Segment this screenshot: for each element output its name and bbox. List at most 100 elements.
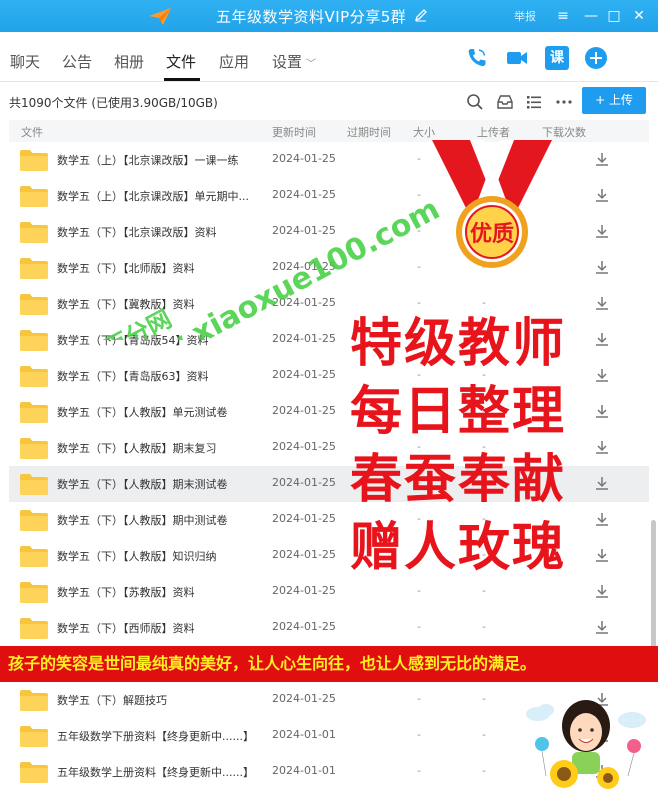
upload-button[interactable]: + 上传: [582, 87, 646, 114]
file-name[interactable]: 数学五（下）【人教版】期末复习: [57, 440, 217, 456]
file-date: 2024-01-25: [272, 584, 336, 597]
table-row[interactable]: 数学五（下）【北京课改版】资料2024-01-25--: [9, 214, 649, 250]
file-name[interactable]: 数学五（上）【北京课改版】单元期中...: [57, 188, 249, 204]
table-row[interactable]: 数学五（下）【西师版】资料 2024-01-25 - -: [9, 610, 649, 646]
folder-icon: [20, 510, 48, 531]
file-name[interactable]: 数学五（下）【西师版】资料: [57, 620, 195, 636]
folder-icon: [20, 474, 48, 495]
folder-icon: [20, 726, 48, 747]
table-row[interactable]: 数学五（上）【北京课改版】一课一练2024-01-25--: [9, 142, 649, 178]
col-updated[interactable]: 更新时间: [272, 124, 316, 140]
file-name[interactable]: 数学五（下）【青岛版63】资料: [57, 368, 209, 384]
file-name[interactable]: 数学五（下）【人教版】期中测试卷: [57, 512, 228, 528]
inbox-icon[interactable]: [496, 93, 514, 111]
table-row[interactable]: 数学五（上）【北京课改版】单元期中...2024-01-25--: [9, 178, 649, 214]
tab-chat[interactable]: 聊天: [10, 51, 40, 72]
col-file[interactable]: 文件: [21, 124, 43, 140]
file-name[interactable]: 数学五（下）【人教版】知识归纳: [57, 548, 217, 564]
download-icon[interactable]: [594, 583, 610, 599]
tab-files[interactable]: 文件: [166, 51, 196, 72]
folder-icon: [20, 582, 48, 603]
medal-label: 优质: [470, 221, 514, 247]
download-icon[interactable]: [594, 259, 610, 275]
promo-line: 每日整理: [350, 382, 567, 442]
tab-bar: 聊天 公告 相册 文件 应用 设置 ﹀ 课: [0, 32, 658, 82]
tab-announcement[interactable]: 公告: [62, 51, 92, 72]
more-icon[interactable]: [555, 93, 573, 111]
file-expire: -: [417, 188, 421, 201]
tab-apps[interactable]: 应用: [219, 51, 249, 72]
col-size[interactable]: 大小: [413, 124, 435, 140]
cartoon-girl-image: [526, 700, 646, 789]
file-name[interactable]: 数学五（下）【人教版】期末测试卷: [57, 476, 228, 492]
file-date: 2024-01-25: [272, 224, 336, 237]
file-size: -: [482, 296, 486, 309]
file-size: -: [482, 584, 486, 597]
folder-icon: [20, 690, 48, 711]
folder-icon: [20, 222, 48, 243]
file-name[interactable]: 数学五（下）【北师版】资料: [57, 260, 195, 276]
download-icon[interactable]: [594, 295, 610, 311]
promo-banner: 孩子的笑容是世间最纯真的美好，让人心生向往，也让人感到无比的满足。: [0, 646, 658, 682]
list-view-icon[interactable]: [525, 93, 543, 111]
search-icon[interactable]: [466, 93, 484, 111]
file-date: 2024-01-25: [272, 296, 336, 309]
file-name[interactable]: 数学五（上）【北京课改版】一课一练: [57, 152, 239, 168]
file-date: 2024-01-25: [272, 512, 336, 525]
file-name[interactable]: 数学五（下）【苏教版】资料: [57, 584, 195, 600]
folder-icon: [20, 150, 48, 171]
file-size: -: [482, 764, 486, 777]
file-date: 2024-01-01: [272, 764, 336, 777]
chevron-down-icon: ﹀: [306, 59, 317, 70]
file-name[interactable]: 五年级数学下册资料【终身更新中......】: [57, 728, 254, 744]
file-expire: -: [417, 224, 421, 237]
file-date: 2024-01-25: [272, 332, 336, 345]
col-uploader[interactable]: 上传者: [477, 124, 510, 140]
file-date: 2024-01-01: [272, 728, 336, 741]
folder-icon: [20, 402, 48, 423]
folder-icon: [20, 186, 48, 207]
col-downloads[interactable]: 下载次数: [542, 124, 586, 140]
file-date: 2024-01-25: [272, 152, 336, 165]
lesson-button[interactable]: 课: [545, 46, 569, 70]
table-row[interactable]: 数学五（下）【北师版】资料2024-01-25--: [9, 250, 649, 286]
tab-album[interactable]: 相册: [114, 51, 144, 72]
close-button[interactable]: ✕: [628, 5, 650, 27]
file-expire: -: [417, 260, 421, 273]
file-name[interactable]: 数学五（下）解题技巧: [57, 692, 167, 708]
folder-icon: [20, 258, 48, 279]
plus-circle-icon[interactable]: [584, 46, 608, 70]
file-name[interactable]: 数学五（下）【北京课改版】资料: [57, 224, 217, 240]
file-expire: -: [417, 620, 421, 633]
menu-button[interactable]: ≡: [552, 5, 574, 27]
download-icon[interactable]: [594, 151, 610, 167]
video-icon[interactable]: [505, 46, 529, 70]
file-date: 2024-01-25: [272, 692, 336, 705]
file-name[interactable]: 五年级数学上册资料【终身更新中......】: [57, 764, 254, 780]
file-size: -: [482, 620, 486, 633]
download-icon[interactable]: [594, 187, 610, 203]
maximize-button[interactable]: □: [603, 5, 625, 27]
file-date: 2024-01-25: [272, 260, 336, 273]
file-name[interactable]: 数学五（下）【青岛版54】资料: [57, 332, 209, 348]
report-link[interactable]: 举报: [514, 8, 536, 24]
active-tab-indicator: [164, 78, 200, 81]
download-icon[interactable]: [594, 619, 610, 635]
file-expire: -: [417, 152, 421, 165]
col-expire[interactable]: 过期时间: [347, 124, 391, 140]
file-name[interactable]: 数学五（下）【人教版】单元测试卷: [57, 404, 228, 420]
edit-icon[interactable]: [414, 8, 428, 22]
storage-stats: 共1090个文件 (已使用3.90GB/10GB): [9, 96, 218, 110]
phone-icon[interactable]: [465, 46, 489, 70]
tab-settings-label: 设置: [272, 53, 303, 71]
download-icon[interactable]: [594, 223, 610, 239]
title-bar: 五年级数学资料VIP分享5群 举报 ≡ — □ ✕: [0, 0, 658, 32]
file-name[interactable]: 数学五（下）【冀教版】资料: [57, 296, 195, 312]
file-date: 2024-01-25: [272, 620, 336, 633]
folder-icon: [20, 618, 48, 639]
table-header: 文件 更新时间 过期时间 大小 上传者 下载次数: [9, 120, 649, 142]
folder-icon: [20, 762, 48, 783]
tab-settings[interactable]: 设置 ﹀: [272, 51, 316, 72]
file-size: -: [482, 728, 486, 741]
minimize-button[interactable]: —: [580, 5, 602, 27]
